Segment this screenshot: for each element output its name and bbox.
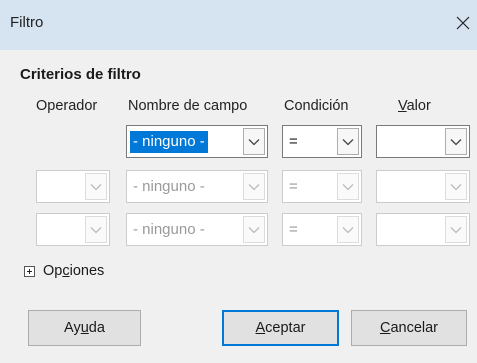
field-name-select-3[interactable]: - ninguno -	[126, 213, 268, 246]
options-label: Opciones	[43, 263, 104, 279]
value-dropdown-button-3[interactable]	[445, 216, 467, 243]
operator-select-2[interactable]	[36, 170, 110, 203]
condition-dropdown-button-1[interactable]	[337, 128, 359, 155]
chevron-down-icon	[450, 183, 462, 190]
operator-dropdown-button-3[interactable]	[85, 216, 107, 243]
header-value-mnemonic: V	[398, 98, 407, 114]
chevron-down-icon	[90, 226, 102, 233]
help-label-prefix: Ay	[64, 320, 81, 336]
field-name-select-1[interactable]: - ninguno -	[126, 125, 268, 158]
section-title: Criterios de filtro	[20, 66, 141, 83]
ok-label-mnemonic: A	[255, 320, 266, 336]
value-select-3[interactable]	[376, 213, 470, 246]
condition-select-2[interactable]: =	[282, 170, 362, 203]
chevron-down-icon	[90, 183, 102, 190]
options-label-prefix: Op	[43, 263, 63, 279]
header-condition: Condición	[284, 98, 349, 114]
close-button[interactable]	[450, 10, 476, 36]
field-name-value-2: - ninguno -	[133, 178, 205, 195]
field-name-value-3: - ninguno -	[133, 221, 205, 238]
close-icon	[456, 16, 470, 30]
ok-button[interactable]: Aceptar	[222, 310, 339, 346]
cancel-label-rest: ancelar	[390, 320, 439, 336]
header-operator: Operador	[36, 98, 98, 114]
plus-box-icon	[24, 265, 35, 277]
value-value-3	[380, 219, 386, 241]
ok-label-rest: ceptar	[265, 320, 306, 336]
chevron-down-icon	[450, 138, 462, 145]
cancel-button[interactable]: Cancelar	[351, 310, 467, 346]
operator-value-2	[40, 176, 46, 198]
help-label-rest: da	[88, 320, 105, 336]
condition-value-3: =	[289, 221, 298, 238]
condition-dropdown-button-2[interactable]	[337, 173, 359, 200]
title-bar: Filtro	[0, 0, 477, 50]
chevron-down-icon	[342, 138, 354, 145]
value-dropdown-button-1[interactable]	[445, 128, 467, 155]
help-button[interactable]: Ay u da	[28, 310, 141, 346]
condition-select-1[interactable]: =	[282, 125, 362, 158]
options-label-rest: iones	[69, 263, 105, 279]
value-value-2	[380, 176, 386, 198]
value-select-2[interactable]	[376, 170, 470, 203]
condition-value-2: =	[289, 178, 298, 195]
header-value: Valor	[398, 98, 431, 114]
chevron-down-icon	[248, 183, 260, 190]
condition-value-1: =	[289, 133, 298, 150]
value-dropdown-button-2[interactable]	[445, 173, 467, 200]
field-name-select-2[interactable]: - ninguno -	[126, 170, 268, 203]
chevron-down-icon	[450, 226, 462, 233]
help-label-mnemonic: u	[80, 320, 89, 336]
options-expander[interactable]: Opciones	[24, 263, 104, 279]
chevron-down-icon	[342, 226, 354, 233]
header-field-name: Nombre de campo	[128, 98, 248, 114]
value-value-1	[380, 131, 386, 153]
operator-select-3[interactable]	[36, 213, 110, 246]
operator-value-3	[40, 219, 46, 241]
chevron-down-icon	[248, 226, 260, 233]
condition-dropdown-button-3[interactable]	[337, 216, 359, 243]
condition-select-3[interactable]: =	[282, 213, 362, 246]
field-name-dropdown-button-1[interactable]	[243, 128, 265, 155]
operator-dropdown-button-2[interactable]	[85, 173, 107, 200]
field-name-dropdown-button-3[interactable]	[243, 216, 265, 243]
options-label-mnemonic: c	[62, 263, 70, 279]
window-title: Filtro	[10, 14, 44, 31]
header-value-rest: alor	[406, 98, 431, 114]
field-name-dropdown-button-2[interactable]	[243, 173, 265, 200]
chevron-down-icon	[342, 183, 354, 190]
field-name-value-1: - ninguno -	[130, 131, 208, 153]
value-select-1[interactable]	[376, 125, 470, 158]
cancel-label-mnemonic: C	[379, 320, 391, 336]
chevron-down-icon	[248, 138, 260, 145]
